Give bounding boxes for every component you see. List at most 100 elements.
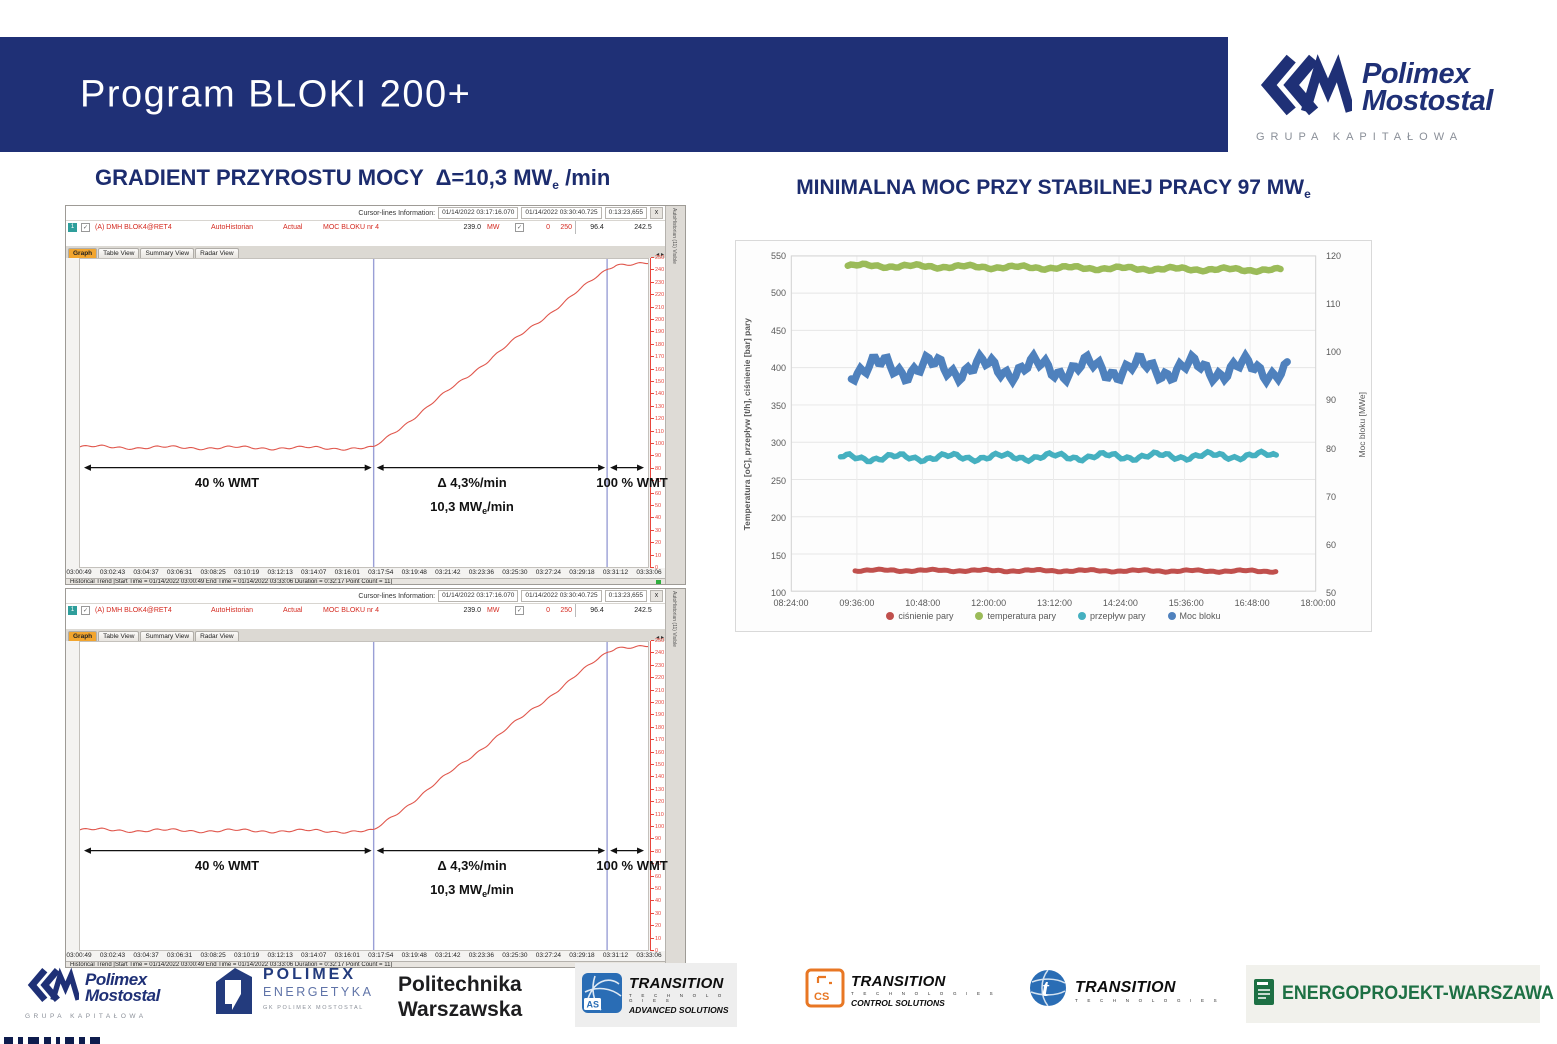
pen-range-max: 250 <box>550 221 576 234</box>
pen-source: AutoHistorian <box>211 607 283 614</box>
pen-tag: (A) DMH BLOK4@RET4 <box>95 607 211 614</box>
pen-number: 1 <box>68 223 77 232</box>
x-axis-tick: 14:24:00 <box>1089 598 1151 608</box>
pen-cursor1-value: 96.4 <box>576 607 618 614</box>
pen-cursor2-value: 242.5 <box>618 224 668 231</box>
status-bar: Historical Trend [Start Time = 01/14/202… <box>66 578 685 585</box>
axis-tick: 200 <box>754 513 786 523</box>
tab-radar-view[interactable]: Radar View <box>195 248 238 258</box>
view-tabs: Graph Table View Summary View Radar View… <box>66 246 666 258</box>
x-axis-tick: 16:48:00 <box>1221 598 1283 608</box>
pen-mode: Actual <box>283 224 323 231</box>
trend-y-tick: 220 <box>651 675 664 681</box>
axis-tick: 100 <box>1326 347 1356 357</box>
side-tab-strip[interactable]: AutoHistorian (11) Visible <box>665 589 685 967</box>
brand-logo: Polimex Mostostal GRUPA KAPITAŁOWA <box>1256 52 1544 143</box>
svg-text:CS: CS <box>814 991 829 1003</box>
left-section-heading: GRADIENT PRZYROSTU MOCY Δ=10,3 MWe /min <box>95 165 610 192</box>
side-tab-strip[interactable]: AutoHistorian (11) Visible <box>665 206 685 584</box>
pen-visible-checkbox[interactable]: ✓ <box>81 223 90 232</box>
stable-power-chart: Temperatura [oC], przepływ [t/h], ciśnie… <box>735 240 1372 632</box>
pen-row: 1 ✓ (A) DMH BLOK4@RET4 AutoHistorian Act… <box>66 221 666 235</box>
close-icon[interactable]: x <box>650 207 663 219</box>
trend-y-tick: 250 <box>651 255 664 261</box>
trend-plot: 40 % WMT Δ 4,3%/min 10,3 MWe/min 100 % W… <box>79 641 649 951</box>
axis-tick: 100 <box>754 588 786 598</box>
trend-y-tick: 80 <box>651 849 661 855</box>
x-axis-tick: 08:24:00 <box>760 598 822 608</box>
trend-y-tick: 190 <box>651 329 664 335</box>
pen-mode: Actual <box>283 607 323 614</box>
tab-graph[interactable]: Graph <box>68 248 97 258</box>
annotation-gradient-mw: 10,3 MWe/min <box>392 499 552 516</box>
trend-y-tick: 250 <box>651 638 664 644</box>
trend-y-tick: 130 <box>651 787 664 793</box>
footer-logo-politechnika-warszawska: Politechnika Warszawska <box>398 972 522 1022</box>
pen-description: MOC BLOKU nr 4 <box>323 224 443 231</box>
tab-graph[interactable]: Graph <box>68 631 97 641</box>
energoprojekt-book-icon <box>1253 977 1275 1012</box>
close-icon[interactable]: x <box>650 590 663 602</box>
legend-item: przepływ pary <box>1078 611 1146 621</box>
trend-y-tick: 160 <box>651 367 664 373</box>
cursor-time-1: 01/14/2022 03:17:16.070 <box>438 207 518 219</box>
tab-summary-view[interactable]: Summary View <box>140 248 194 258</box>
polimex-chevron-icon <box>25 966 79 1009</box>
trend-y-tick: 90 <box>651 836 661 842</box>
transition-as-globe-icon: AS <box>581 972 623 1019</box>
legend-item: ciśnienie pary <box>886 611 953 621</box>
trend-y-tick: 220 <box>651 292 664 298</box>
cursor-info-label: Cursor-lines Information: <box>358 593 435 600</box>
tab-table-view[interactable]: Table View <box>98 631 139 641</box>
trend-y-tick: 100 <box>651 824 664 830</box>
axis-tick: 110 <box>1326 299 1356 309</box>
pen-tag: (A) DMH BLOK4@RET4 <box>95 224 211 231</box>
legend-marker-icon <box>1168 612 1176 620</box>
tab-radar-view[interactable]: Radar View <box>195 631 238 641</box>
annotation-gradient-pct: Δ 4,3%/min <box>392 475 552 490</box>
legend-marker-icon <box>975 612 983 620</box>
pen-current-value: 239.0 <box>443 224 481 231</box>
x-axis-tick: 15:36:00 <box>1155 598 1217 608</box>
trend-x-axis: 03:00:4903:02:4303:04:3703:06:3103:08:25… <box>79 568 679 578</box>
trend-y-tick: 230 <box>651 280 664 286</box>
series-ciśnienie-pary <box>855 569 1276 572</box>
trend-y-tick: 100 <box>651 441 664 447</box>
legend-label: temperatura pary <box>987 611 1056 621</box>
pen-row: 1 ✓ (A) DMH BLOK4@RET4 AutoHistorian Act… <box>66 604 666 618</box>
pen-current-value: 239.0 <box>443 607 481 614</box>
x-axis-tick: 12:00:00 <box>958 598 1020 608</box>
pen-autoscale-checkbox[interactable]: ✓ <box>515 606 524 615</box>
annotation-gradient-pct: Δ 4,3%/min <box>392 858 552 873</box>
trend-y-tick: 150 <box>651 379 664 385</box>
trend-y-tick: 150 <box>651 762 664 768</box>
trend-y-tick: 140 <box>651 774 664 780</box>
pen-unit: MW <box>481 224 511 231</box>
pen-cursor1-value: 96.4 <box>576 224 618 231</box>
cursor-info-label: Cursor-lines Information: <box>358 210 435 217</box>
tab-table-view[interactable]: Table View <box>98 248 139 258</box>
pen-unit: MW <box>481 607 511 614</box>
footer-logo-polimex-mostostal: Polimex Mostostal GRUPA KAPITAŁOWA <box>25 966 160 1020</box>
cursor-time-2: 01/14/2022 03:30:40.725 <box>521 207 601 219</box>
trend-y-tick: 180 <box>651 342 664 348</box>
axis-tick: 70 <box>1326 492 1356 502</box>
annotation-40-wmt: 40 % WMT <box>137 475 317 490</box>
right-axis-label: Moc bloku [MWe] <box>1357 256 1367 593</box>
trend-y-tick: 200 <box>651 317 664 323</box>
axis-tick: 450 <box>754 326 786 336</box>
pen-autoscale-checkbox[interactable]: ✓ <box>515 223 524 232</box>
trend-y-tick: 50 <box>651 503 661 509</box>
x-axis-tick: 10:48:00 <box>892 598 954 608</box>
axis-tick: 400 <box>754 363 786 373</box>
pen-range-min: 0 <box>524 224 550 231</box>
pen-visible-checkbox[interactable]: ✓ <box>81 606 90 615</box>
legend-marker-icon <box>1078 612 1086 620</box>
pen-cursor2-value: 242.5 <box>618 607 668 614</box>
left-axis-label: Temperatura [oC], przepływ [t/h], ciśnie… <box>742 256 752 593</box>
axis-tick: 550 <box>754 251 786 261</box>
trend-x-axis: 03:00:4903:02:4303:04:3703:06:3103:08:25… <box>79 951 679 961</box>
polimex-chevron-icon <box>1256 52 1352 123</box>
tab-summary-view[interactable]: Summary View <box>140 631 194 641</box>
axis-tick: 80 <box>1326 444 1356 454</box>
